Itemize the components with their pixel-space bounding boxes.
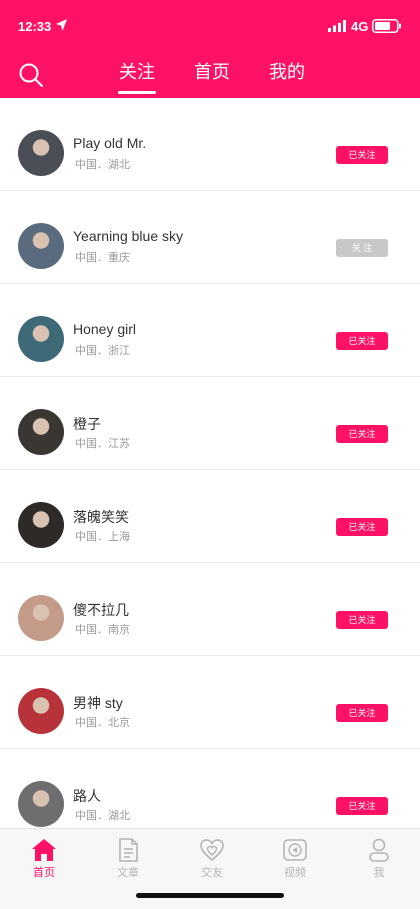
follow-status-button[interactable]: 已关注 — [336, 425, 388, 443]
user-name: 男神 sty — [73, 695, 123, 711]
home-icon — [32, 839, 56, 861]
follow-status-button[interactable]: 已关注 — [336, 704, 388, 722]
user-location: 中国．上海 — [75, 531, 130, 543]
user-location: 中国．江苏 — [75, 438, 130, 450]
user-name: 傻不拉几 — [73, 602, 129, 618]
user-name: 路人 — [73, 788, 101, 804]
tab-mine[interactable]: 我的 — [257, 58, 317, 84]
status-bar: 12:33 4G — [0, 0, 420, 50]
nav-item-article[interactable]: 文章 — [98, 837, 158, 880]
location-arrow-icon — [56, 19, 67, 31]
nav-item-me[interactable]: 我 — [349, 837, 409, 880]
nav-item-video[interactable]: 视频 — [265, 837, 325, 880]
active-tab-indicator — [118, 91, 156, 94]
avatar[interactable] — [18, 595, 64, 641]
nav-label-home: 首页 — [33, 867, 55, 879]
avatar[interactable] — [18, 223, 64, 269]
nav-label-friends: 交友 — [201, 867, 223, 879]
tab-following[interactable]: 关注 — [107, 58, 167, 84]
signal-icon — [328, 20, 346, 32]
avatar[interactable] — [18, 502, 64, 548]
header-tabs: 关注 首页 我的 — [0, 58, 420, 98]
nav-label-article: 文章 — [117, 867, 139, 879]
user-location: 中国．重庆 — [75, 252, 130, 264]
nav-label-video: 视频 — [284, 867, 306, 879]
user-location: 中国．南京 — [75, 624, 130, 636]
follow-status-button[interactable]: 已关注 — [336, 797, 388, 815]
network-type: 4G — [351, 19, 369, 34]
user-location: 中国．湖北 — [75, 810, 130, 822]
user-name: Play old Mr. — [73, 135, 147, 151]
user-row[interactable]: 路人 中国．湖北 已关注 — [0, 749, 420, 828]
user-name: 橙子 — [73, 416, 101, 432]
home-indicator — [136, 893, 284, 898]
avatar[interactable] — [18, 130, 64, 176]
battery-icon — [372, 19, 401, 33]
user-name: 落魄笑笑 — [73, 509, 129, 525]
user-row[interactable]: 男神 sty 中国．北京 已关注 — [0, 656, 420, 749]
user-name: Honey girl — [73, 321, 137, 337]
follow-status-button[interactable]: 关 注 — [336, 239, 388, 257]
tab-home[interactable]: 首页 — [182, 58, 242, 84]
article-icon — [119, 838, 138, 862]
user-location: 中国．北京 — [75, 717, 130, 729]
user-row[interactable]: 傻不拉几 中国．南京 已关注 — [0, 563, 420, 656]
user-row[interactable]: Honey girl 中国．浙江 已关注 — [0, 284, 420, 377]
nav-item-home[interactable]: 首页 — [14, 837, 74, 880]
friends-heart-icon — [200, 839, 224, 862]
user-name: Yearning blue sky — [73, 228, 184, 244]
profile-icon — [369, 838, 389, 862]
video-icon — [283, 839, 307, 861]
avatar[interactable] — [18, 688, 64, 734]
avatar[interactable] — [18, 409, 64, 455]
follow-status-button[interactable]: 已关注 — [336, 146, 388, 164]
user-row[interactable]: 橙子 中国．江苏 已关注 — [0, 377, 420, 470]
avatar[interactable] — [18, 781, 64, 827]
nav-item-friends[interactable]: 交友 — [182, 837, 242, 880]
top-header: 12:33 4G 关注 首页 我的 — [0, 0, 420, 98]
user-location: 中国．浙江 — [75, 345, 130, 357]
status-time: 12:33 — [18, 19, 52, 34]
nav-label-me: 我 — [373, 867, 385, 879]
follow-status-button[interactable]: 已关注 — [336, 611, 388, 629]
user-row[interactable]: Play old Mr. 中国．湖北 已关注 — [0, 98, 420, 191]
user-row[interactable]: 落魄笑笑 中国．上海 已关注 — [0, 470, 420, 563]
following-list: Play old Mr. 中国．湖北 已关注 Yearning blue sky… — [0, 98, 420, 828]
avatar[interactable] — [18, 316, 64, 362]
follow-status-button[interactable]: 已关注 — [336, 518, 388, 536]
user-row[interactable]: Yearning blue sky 中国．重庆 关 注 — [0, 191, 420, 284]
user-location: 中国．湖北 — [75, 159, 130, 171]
follow-status-button[interactable]: 已关注 — [336, 332, 388, 350]
